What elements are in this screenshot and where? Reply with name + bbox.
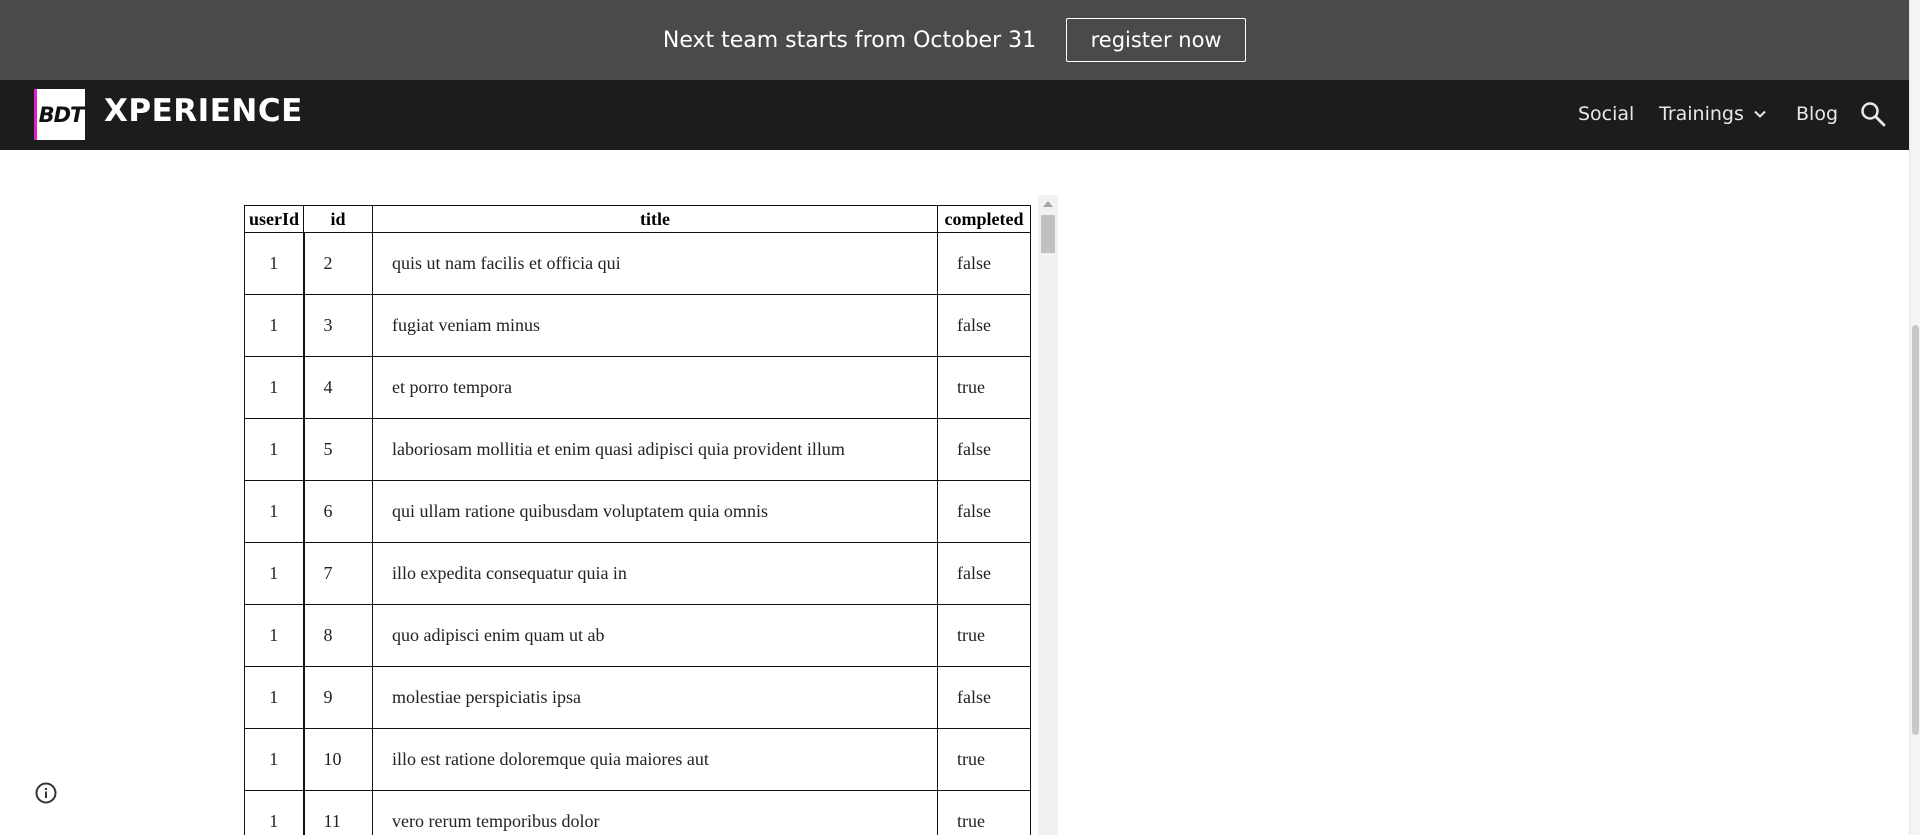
cell-id: 10 xyxy=(302,728,373,791)
embedded-todo-frame: userId id title completed 1 2 quis ut na… xyxy=(240,193,1058,835)
brand-name[interactable]: XPERIENCE xyxy=(104,93,303,129)
announcement-bar: Next team starts from October 31 registe… xyxy=(0,0,1909,80)
cell-title: vero rerum temporibus dolor xyxy=(372,790,938,835)
site-header: BDT XPERIENCE Social Trainings Blog xyxy=(0,80,1909,150)
logo-text: BDT xyxy=(38,102,85,127)
cell-completed: false xyxy=(937,480,1031,543)
table-row: 1 9 molestiae perspiciatis ipsa false xyxy=(244,666,1031,729)
cell-id: 2 xyxy=(302,232,373,295)
cell-title: illo est ratione doloremque quia maiores… xyxy=(372,728,938,791)
cell-userid: 1 xyxy=(244,666,304,729)
cell-id: 4 xyxy=(302,356,373,419)
info-icon[interactable] xyxy=(34,781,58,805)
nav-item-social[interactable]: Social xyxy=(1578,103,1634,125)
table-row: 1 5 laboriosam mollitia et enim quasi ad… xyxy=(244,418,1031,481)
scroll-up-arrow-icon[interactable] xyxy=(1043,201,1053,207)
cell-userid: 1 xyxy=(244,790,304,835)
table-scroll-thumb[interactable] xyxy=(1041,215,1055,253)
nav-item-trainings-label: Trainings xyxy=(1659,103,1744,125)
cell-userid: 1 xyxy=(244,232,304,295)
cell-completed: false xyxy=(937,294,1031,357)
register-now-button[interactable]: register now xyxy=(1066,18,1247,62)
todos-table: userId id title completed 1 2 quis ut na… xyxy=(244,205,1031,835)
cell-completed: false xyxy=(937,542,1031,605)
cell-completed: true xyxy=(937,356,1031,419)
cell-id: 5 xyxy=(302,418,373,481)
cell-completed: true xyxy=(937,728,1031,791)
cell-title: qui ullam ratione quibusdam voluptatem q… xyxy=(372,480,938,543)
cell-title: quo adipisci enim quam ut ab xyxy=(372,604,938,667)
cell-title: et porro tempora xyxy=(372,356,938,419)
search-icon[interactable] xyxy=(1859,100,1887,128)
site-logo[interactable]: BDT xyxy=(34,89,85,140)
cell-title: molestiae perspiciatis ipsa xyxy=(372,666,938,729)
nav-item-blog[interactable]: Blog xyxy=(1796,103,1838,125)
cell-completed: true xyxy=(937,604,1031,667)
cell-id: 3 xyxy=(302,294,373,357)
table-row: 1 10 illo est ratione doloremque quia ma… xyxy=(244,728,1031,791)
cell-title: fugiat veniam minus xyxy=(372,294,938,357)
table-row: 1 3 fugiat veniam minus false xyxy=(244,294,1031,357)
cell-completed: false xyxy=(937,418,1031,481)
column-header-id: id xyxy=(303,205,373,233)
cell-userid: 1 xyxy=(244,728,304,791)
column-header-title: title xyxy=(372,205,938,233)
table-row: 1 6 qui ullam ratione quibusdam voluptat… xyxy=(244,480,1031,543)
announcement-text: Next team starts from October 31 xyxy=(662,27,1037,53)
table-header-row: userId id title completed xyxy=(244,205,1031,233)
table-scrollbar[interactable] xyxy=(1038,195,1058,835)
cell-title: illo expedita consequatur quia in xyxy=(372,542,938,605)
table-row: 1 7 illo expedita consequatur quia in fa… xyxy=(244,542,1031,605)
table-row: 1 8 quo adipisci enim quam ut ab true xyxy=(244,604,1031,667)
cell-userid: 1 xyxy=(244,542,304,605)
page-scroll-thumb[interactable] xyxy=(1912,325,1919,735)
column-header-completed: completed xyxy=(937,205,1031,233)
cell-userid: 1 xyxy=(244,480,304,543)
cell-id: 7 xyxy=(302,542,373,605)
cell-completed: false xyxy=(937,232,1031,295)
table-row: 1 4 et porro tempora true xyxy=(244,356,1031,419)
cell-completed: true xyxy=(937,790,1031,835)
table-row: 1 2 quis ut nam facilis et officia qui f… xyxy=(244,232,1031,295)
column-header-userid: userId xyxy=(244,205,304,233)
page-scrollbar[interactable] xyxy=(1909,0,1920,835)
cell-id: 6 xyxy=(302,480,373,543)
cell-title: laboriosam mollitia et enim quasi adipis… xyxy=(372,418,938,481)
cell-id: 11 xyxy=(302,790,373,835)
table-row: 1 11 vero rerum temporibus dolor true xyxy=(244,790,1031,835)
cell-title: quis ut nam facilis et officia qui xyxy=(372,232,938,295)
cell-id: 9 xyxy=(302,666,373,729)
chevron-down-icon xyxy=(1754,110,1766,118)
cell-completed: false xyxy=(937,666,1031,729)
cell-userid: 1 xyxy=(244,356,304,419)
cell-userid: 1 xyxy=(244,418,304,481)
cell-userid: 1 xyxy=(244,294,304,357)
cell-id: 8 xyxy=(302,604,373,667)
cell-userid: 1 xyxy=(244,604,304,667)
nav-item-trainings[interactable]: Trainings xyxy=(1659,103,1768,125)
